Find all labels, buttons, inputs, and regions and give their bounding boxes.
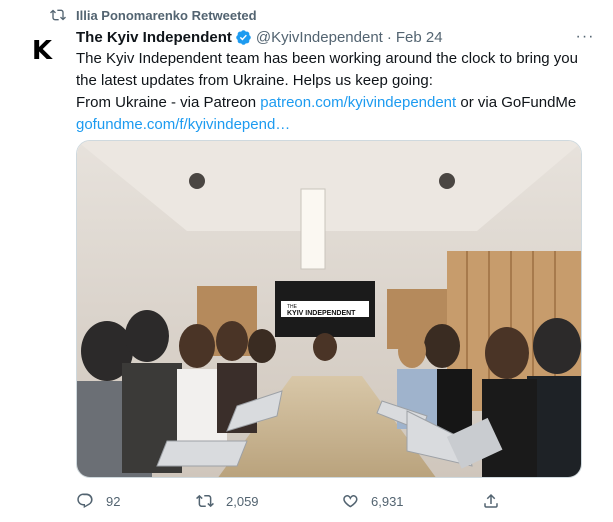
- newsroom-photo: THE KYIV INDEPENDENT: [77, 141, 581, 477]
- author-handle[interactable]: @KyivIndependent: [256, 29, 383, 46]
- tweet-text-line: The Kyiv Independent team has been worki…: [76, 50, 578, 67]
- retweet-count: 2,059: [226, 493, 259, 509]
- tweet-photo[interactable]: THE KYIV INDEPENDENT: [76, 140, 582, 478]
- heart-icon: [343, 495, 358, 508]
- share-icon: [484, 493, 498, 508]
- gofundme-link[interactable]: gofundme.com/f/kyivindepend…: [76, 116, 290, 133]
- tweet-text-line: the latest updates from Ukraine. Helps u…: [76, 72, 433, 89]
- reply-count: 92: [106, 493, 121, 509]
- retweet-context[interactable]: Illia Ponomarenko Retweeted: [50, 6, 257, 24]
- author-name[interactable]: The Kyiv Independent: [76, 29, 232, 46]
- verified-badge-icon: [236, 29, 251, 45]
- retweet-button[interactable]: 2,059: [196, 492, 259, 510]
- tweet-text: The Kyiv Independent team has been worki…: [76, 48, 606, 136]
- retweet-label: Illia Ponomarenko Retweeted: [76, 7, 257, 23]
- avatar[interactable]: K: [27, 36, 57, 66]
- tweet[interactable]: The Kyiv Independent @KyivIndependent · …: [76, 26, 606, 136]
- patreon-link[interactable]: patreon.com/kyivindependent: [260, 94, 456, 111]
- tweet-text-segment: or via GoFundMe: [456, 94, 577, 111]
- like-count: 6,931: [371, 493, 404, 509]
- tweet-header: The Kyiv Independent @KyivIndependent · …: [76, 26, 606, 48]
- retweet-icon: [50, 9, 66, 21]
- reply-button[interactable]: 92: [76, 492, 120, 510]
- more-options-icon[interactable]: ···: [574, 26, 596, 48]
- reply-icon: [77, 493, 93, 508]
- separator-dot: ·: [386, 28, 392, 46]
- screen-text: KYIV INDEPENDENT: [287, 310, 356, 317]
- tweet-text-segment: From Ukraine - via Patreon: [76, 94, 261, 111]
- retweet-icon: [196, 494, 214, 508]
- share-button[interactable]: [482, 492, 512, 510]
- tweet-actions: 92 2,059 6,931: [76, 488, 506, 514]
- avatar-letter: K: [31, 36, 53, 66]
- tweet-date[interactable]: Feb 24: [396, 29, 443, 46]
- tweet-text-line: gofundme.com/f/kyivindepend…: [76, 114, 606, 136]
- tweet-text-line: From Ukraine - via Patreon patreon.com/k…: [76, 92, 606, 114]
- like-button[interactable]: 6,931: [341, 492, 404, 510]
